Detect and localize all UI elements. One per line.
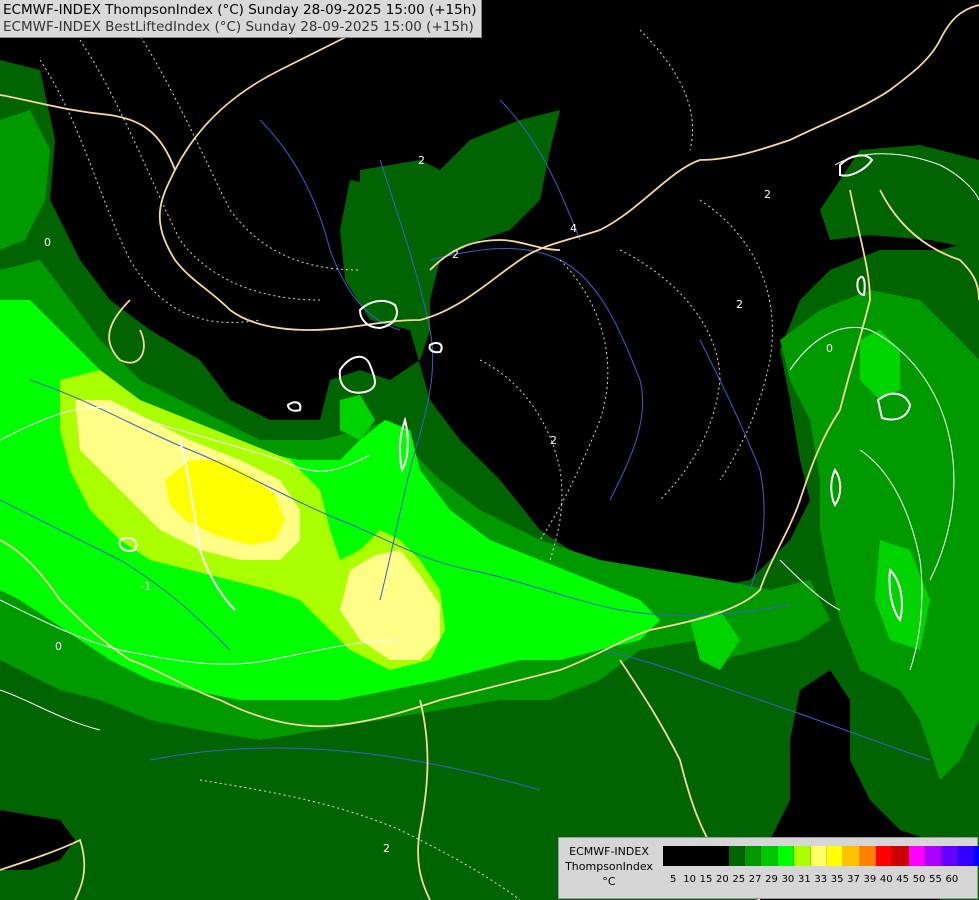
legend-swatch bbox=[843, 846, 860, 866]
legend-tick: 31 bbox=[797, 874, 811, 885]
legend-parameter: ThompsonIndex bbox=[565, 860, 653, 873]
legend-tick: 5 bbox=[670, 874, 677, 885]
legend-tick: 25 bbox=[732, 874, 746, 885]
legend-swatch bbox=[777, 846, 795, 866]
weather-map-viewer: 0 2 2 2 2 2 0 0 -1 2 4 ECMWF-INDEX Thomp… bbox=[0, 0, 979, 900]
legend-swatch bbox=[679, 846, 696, 866]
contour-label: 2 bbox=[452, 248, 459, 261]
legend-tick: 45 bbox=[896, 874, 910, 885]
legend-tick: 60 bbox=[945, 874, 959, 885]
legend-tick: 20 bbox=[716, 874, 729, 885]
legend-swatch bbox=[695, 846, 713, 866]
legend-tick: 37 bbox=[847, 874, 860, 885]
thompson-index-map: 0 2 2 2 2 2 0 0 -1 2 4 bbox=[0, 0, 979, 900]
legend-tick: 29 bbox=[765, 874, 778, 885]
map-title-secondary: ECMWF-INDEX BestLiftedIndex (°C) Sunday … bbox=[3, 19, 474, 35]
contour-label: 0 bbox=[55, 640, 62, 653]
legend-tick: 10 bbox=[683, 874, 696, 885]
contour-label: 2 bbox=[764, 188, 771, 201]
contour-label: 0 bbox=[826, 342, 833, 355]
legend-swatch bbox=[958, 846, 975, 866]
legend-swatch bbox=[794, 846, 811, 866]
contour-label: 2 bbox=[550, 434, 557, 447]
legend-source: ECMWF-INDEX bbox=[569, 845, 649, 858]
legend-color-swatches bbox=[663, 846, 979, 866]
legend-swatch bbox=[744, 846, 762, 866]
legend-swatch bbox=[728, 846, 745, 866]
contour-label: 2 bbox=[736, 298, 743, 311]
legend-swatch bbox=[761, 846, 778, 866]
legend-unit: °C bbox=[602, 875, 616, 888]
legend-tick: 50 bbox=[912, 874, 926, 885]
contour-label: 4 bbox=[570, 222, 577, 235]
legend-tick: 40 bbox=[879, 874, 893, 885]
contour-label: 2 bbox=[383, 842, 390, 855]
legend-tick: 30 bbox=[781, 874, 795, 885]
legend-swatch bbox=[892, 846, 909, 866]
contour-label: 2 bbox=[418, 154, 425, 167]
legend-swatch bbox=[859, 846, 877, 866]
legend-swatch bbox=[826, 846, 844, 866]
legend-swatch bbox=[876, 846, 893, 866]
legend-tick: 35 bbox=[830, 874, 844, 885]
legend-swatch bbox=[974, 846, 979, 866]
legend-tick: 15 bbox=[699, 874, 713, 885]
legend-swatch bbox=[663, 846, 680, 866]
legend-swatch bbox=[925, 846, 942, 866]
legend-tick-labels: 5 10 15 20 25 27 29 30 31 33 35 37 39 40 45 50 55 60 bbox=[665, 874, 960, 885]
legend-label: ECMWF-INDEX ThompsonIndex °C bbox=[559, 844, 659, 889]
map-title-header: ECMWF-INDEX ThompsonIndex (°C) Sunday 28… bbox=[0, 0, 482, 38]
legend-tick: 39 bbox=[863, 874, 877, 885]
legend-tick: 33 bbox=[814, 874, 828, 885]
legend-swatch bbox=[941, 846, 959, 866]
legend-tick: 55 bbox=[929, 874, 942, 885]
legend-swatch bbox=[810, 846, 827, 866]
map-title-primary: ECMWF-INDEX ThompsonIndex (°C) Sunday 28… bbox=[3, 2, 477, 18]
contour-label: 0 bbox=[44, 236, 51, 249]
color-scale-legend: ECMWF-INDEX ThompsonIndex °C 5 10 15 20 25 27… bbox=[558, 837, 979, 899]
legend-swatch bbox=[712, 846, 729, 866]
legend-tick: 27 bbox=[748, 874, 762, 885]
legend-swatch bbox=[908, 846, 926, 866]
contour-label: -1 bbox=[140, 580, 151, 593]
